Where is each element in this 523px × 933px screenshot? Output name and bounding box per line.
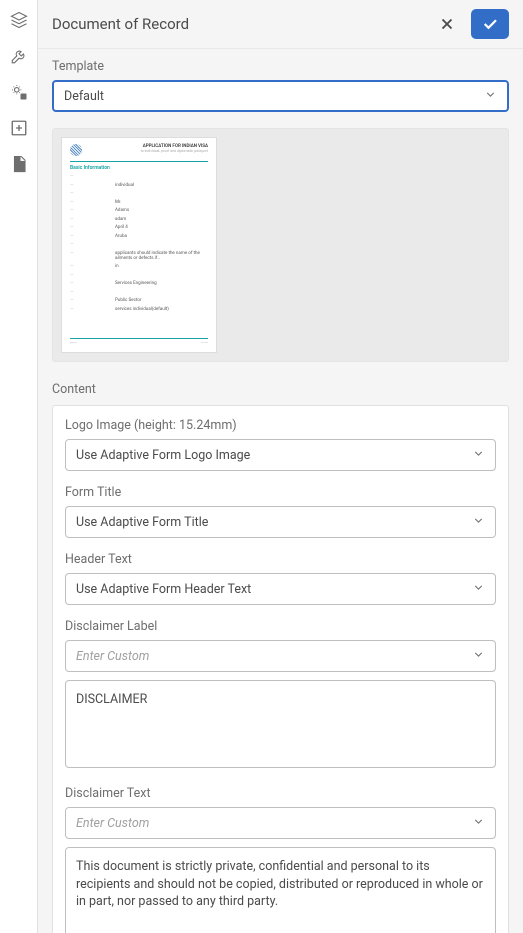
chevron-down-icon	[472, 514, 485, 531]
preview-page: APPLICATION FOR INDIAN VISA to individua…	[61, 137, 217, 353]
header-text-label: Header Text	[65, 552, 496, 567]
preview-row: —	[70, 174, 208, 179]
preview-row: —Adams	[70, 208, 208, 213]
form-title-value: Use Adaptive Form Title	[76, 515, 208, 530]
disclaimer-text-select[interactable]: Enter Custom	[65, 807, 496, 839]
close-button[interactable]	[431, 8, 463, 40]
template-label: Template	[52, 59, 509, 74]
logo-image-value: Use Adaptive Form Logo Image	[76, 448, 250, 463]
logo-image-select[interactable]: Use Adaptive Form Logo Image	[65, 439, 496, 471]
preview-row: —Mr.	[70, 200, 208, 205]
left-rail	[0, 0, 38, 933]
preview-row: —	[70, 191, 208, 196]
preview-row: —applicants should indicate the name of …	[70, 251, 208, 261]
main-panel: Document of Record Template Default	[38, 0, 523, 933]
preview-row: —	[70, 242, 208, 247]
gear-badge-icon[interactable]	[9, 82, 29, 102]
template-value: Default	[64, 89, 104, 104]
preview-row: —	[70, 273, 208, 278]
preview-row: —Aruba	[70, 234, 208, 239]
chevron-down-icon	[472, 815, 485, 832]
preview-row: —Services Engineering	[70, 281, 208, 286]
disclaimer-label-label: Disclaimer Label	[65, 619, 496, 634]
disclaimer-text-label: Disclaimer Text	[65, 786, 496, 801]
preview-row: —in	[70, 264, 208, 269]
logo-image-label: Logo Image (height: 15.24mm)	[65, 418, 496, 433]
confirm-button[interactable]	[471, 9, 509, 39]
layers-icon[interactable]	[9, 10, 29, 30]
panel-header: Document of Record	[38, 0, 523, 49]
panel-title: Document of Record	[52, 15, 431, 33]
pdf-icon[interactable]	[9, 154, 29, 174]
form-title-label: Form Title	[65, 485, 496, 500]
disclaimer-label-textarea[interactable]	[65, 680, 496, 768]
chevron-down-icon	[472, 648, 485, 665]
chevron-down-icon	[484, 88, 497, 105]
preview-row: —Public Sector	[70, 298, 208, 303]
disclaimer-label-select[interactable]: Enter Custom	[65, 640, 496, 672]
chevron-down-icon	[472, 581, 485, 598]
preview-doc-subtitle: to individual, proof and diplomatic pass…	[141, 149, 208, 153]
content-box: Logo Image (height: 15.24mm) Use Adaptiv…	[52, 405, 509, 933]
disclaimer-text-placeholder: Enter Custom	[76, 816, 149, 831]
preview-section-title: Basic Information	[70, 165, 208, 171]
form-title-select[interactable]: Use Adaptive Form Title	[65, 506, 496, 538]
content-section-label: Content	[38, 378, 523, 405]
preview-row: —individual	[70, 183, 208, 188]
chevron-down-icon	[472, 447, 485, 464]
preview-row: —services individual(default)	[70, 307, 208, 312]
header-text-select[interactable]: Use Adaptive Form Header Text	[65, 573, 496, 605]
header-text-value: Use Adaptive Form Header Text	[76, 582, 251, 597]
template-preview: APPLICATION FOR INDIAN VISA to individua…	[52, 128, 509, 362]
add-panel-icon[interactable]	[9, 118, 29, 138]
disclaimer-label-placeholder: Enter Custom	[76, 649, 149, 664]
preview-row: —April 4	[70, 225, 208, 230]
template-select[interactable]: Default	[52, 80, 509, 112]
disclaimer-text-textarea[interactable]	[65, 847, 496, 933]
preview-row: —	[70, 290, 208, 295]
wrench-icon[interactable]	[9, 46, 29, 66]
preview-logo	[70, 144, 82, 156]
preview-row: —adam	[70, 217, 208, 222]
